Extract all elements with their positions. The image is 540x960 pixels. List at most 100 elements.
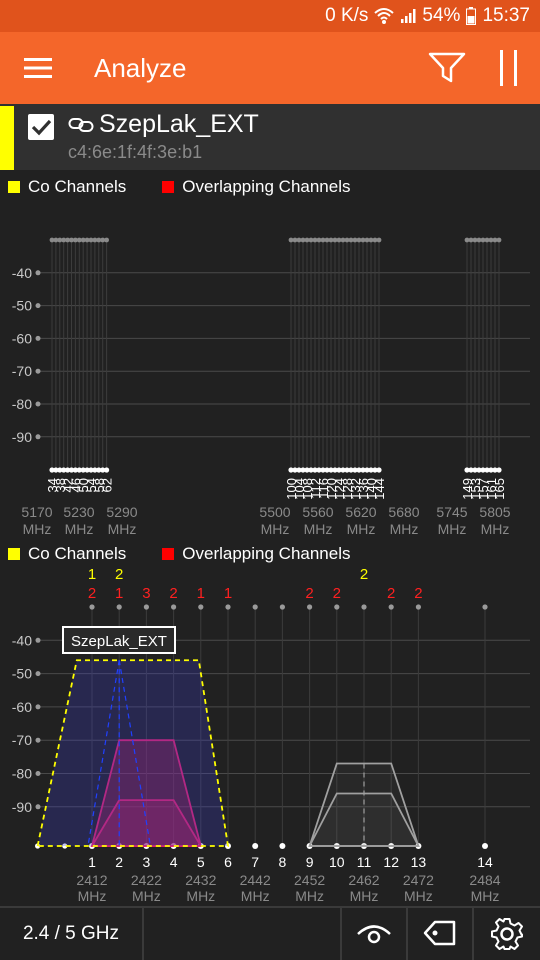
- overlap-channel-count: 2: [169, 585, 177, 602]
- pause-icon: [500, 50, 517, 86]
- top-dot: [496, 237, 502, 243]
- settings-button[interactable]: [474, 908, 540, 960]
- channel-label: 3: [143, 854, 151, 870]
- link-icon: [68, 118, 94, 132]
- channel-label: 14: [477, 854, 493, 870]
- channel-label: 12: [383, 854, 399, 870]
- frequency-unit: MHz: [78, 888, 107, 904]
- overlap-channel-count: 2: [414, 585, 422, 602]
- overlap-channel-count: 2: [305, 585, 313, 602]
- top-dot: [104, 237, 109, 243]
- channel-label: 1: [88, 854, 96, 870]
- frequency-unit: MHz: [261, 521, 290, 537]
- y-tick-label: -90: [12, 429, 32, 445]
- y-tick-label: -90: [12, 799, 32, 815]
- y-tick-dot: [35, 704, 41, 710]
- frequency-unit: MHz: [390, 521, 419, 537]
- frequency-unit: MHz: [186, 888, 215, 904]
- co-channel-swatch: [8, 181, 20, 193]
- top-dot: [143, 604, 149, 610]
- top-dot: [334, 604, 340, 610]
- ap-color-bar: [0, 106, 14, 170]
- menu-button[interactable]: [0, 32, 76, 104]
- frequency-unit: MHz: [295, 888, 324, 904]
- ap-checkbox[interactable]: [28, 114, 54, 140]
- top-dot: [415, 604, 421, 610]
- top-dot: [482, 604, 488, 610]
- status-bar: 0 K/s 54% 15:37: [0, 0, 540, 32]
- top-dot: [388, 604, 394, 610]
- bottom-bar: 2.4 / 5 GHz: [0, 906, 540, 960]
- filter-icon: [428, 52, 466, 83]
- frequency-label: 5170: [21, 504, 52, 520]
- page-title: Analyze: [94, 52, 187, 83]
- y-tick-dot: [35, 804, 41, 810]
- overlap-channel-count: 2: [387, 585, 395, 602]
- frequency-unit: MHz: [304, 521, 333, 537]
- channel-dot: [482, 843, 488, 849]
- y-tick-label: -60: [12, 699, 32, 715]
- chart-24ghz: -40-50-60-70-80-90SzepLak_EXT1 2 3 4 5 6 7 8 9 10…: [12, 566, 530, 904]
- y-tick-dot: [35, 671, 41, 677]
- series-label: SzepLak_EXT: [71, 633, 167, 650]
- frequency-label: 5560: [302, 504, 333, 520]
- visibility-button[interactable]: [342, 908, 408, 960]
- frequency-label: 5745: [436, 504, 467, 520]
- pause-button[interactable]: [478, 32, 540, 104]
- frequency-label: 5620: [345, 504, 376, 520]
- frequency-label: 2452: [294, 872, 325, 888]
- channel-label: 4: [170, 854, 178, 870]
- y-tick-label: -60: [12, 330, 32, 346]
- tag-button[interactable]: [408, 908, 474, 960]
- y-tick-dot: [35, 270, 41, 276]
- y-tick-dot: [35, 401, 41, 407]
- series-area-yellow: [36, 659, 230, 847]
- y-tick-dot: [35, 737, 41, 743]
- top-dot: [116, 604, 122, 610]
- y-tick-dot: [35, 434, 41, 440]
- channel-label: 5: [197, 854, 205, 870]
- channel-label: 8: [279, 854, 287, 870]
- frequency-label: 5805: [479, 504, 510, 520]
- gear-icon: [491, 918, 523, 950]
- ap-bssid: c4:6e:1f:4f:3e:b1: [68, 142, 203, 162]
- frequency-unit: MHz: [471, 888, 500, 904]
- top-dot: [198, 604, 204, 610]
- bottom-bar-spacer: [144, 908, 342, 960]
- channel-label: 9: [306, 854, 314, 870]
- filter-button[interactable]: [416, 32, 478, 104]
- frequency-label: 5500: [259, 504, 290, 520]
- channel-dot: [279, 843, 286, 849]
- frequency-unit: MHz: [481, 521, 510, 537]
- access-point-row[interactable]: SzepLak_EXT c4:6e:1f:4f:3e:b1: [0, 104, 540, 170]
- top-dot: [252, 604, 258, 610]
- frequency-label: 2472: [403, 872, 434, 888]
- network-speed: 0 K/s: [325, 5, 369, 26]
- y-tick-label: -70: [12, 732, 32, 748]
- y-tick-dot: [35, 771, 41, 776]
- frequency-unit: MHz: [404, 888, 433, 904]
- overlap-channel-count: 1: [224, 585, 232, 602]
- co-channel-swatch: [8, 548, 20, 560]
- legend-overlap-label: Overlapping Channels: [182, 177, 351, 196]
- eye-icon: [357, 925, 391, 944]
- battery-level: 54%: [422, 5, 461, 26]
- overlap-channel-count: 3: [142, 585, 150, 602]
- channel-label: 2: [115, 854, 123, 870]
- frequency-label: 2432: [185, 872, 216, 888]
- overlap-channel-count: 2: [88, 585, 96, 602]
- wifi-status-icon: [374, 8, 395, 24]
- band-selector-button[interactable]: 2.4 / 5 GHz: [0, 908, 144, 960]
- y-tick-label: -50: [12, 666, 32, 682]
- frequency-unit: MHz: [241, 888, 270, 904]
- legend-co-label: Co Channels: [28, 177, 127, 196]
- co-channel-count: 1: [88, 566, 96, 583]
- battery-icon: [466, 7, 477, 25]
- legend-5ghz: Co Channels Overlapping Channels: [8, 177, 387, 197]
- y-tick-label: -50: [12, 298, 32, 314]
- y-tick-label: -80: [12, 396, 32, 412]
- channel-label: 6: [224, 854, 232, 870]
- frequency-unit: MHz: [65, 521, 94, 537]
- top-dot: [171, 604, 177, 610]
- channel-dot: [104, 467, 110, 473]
